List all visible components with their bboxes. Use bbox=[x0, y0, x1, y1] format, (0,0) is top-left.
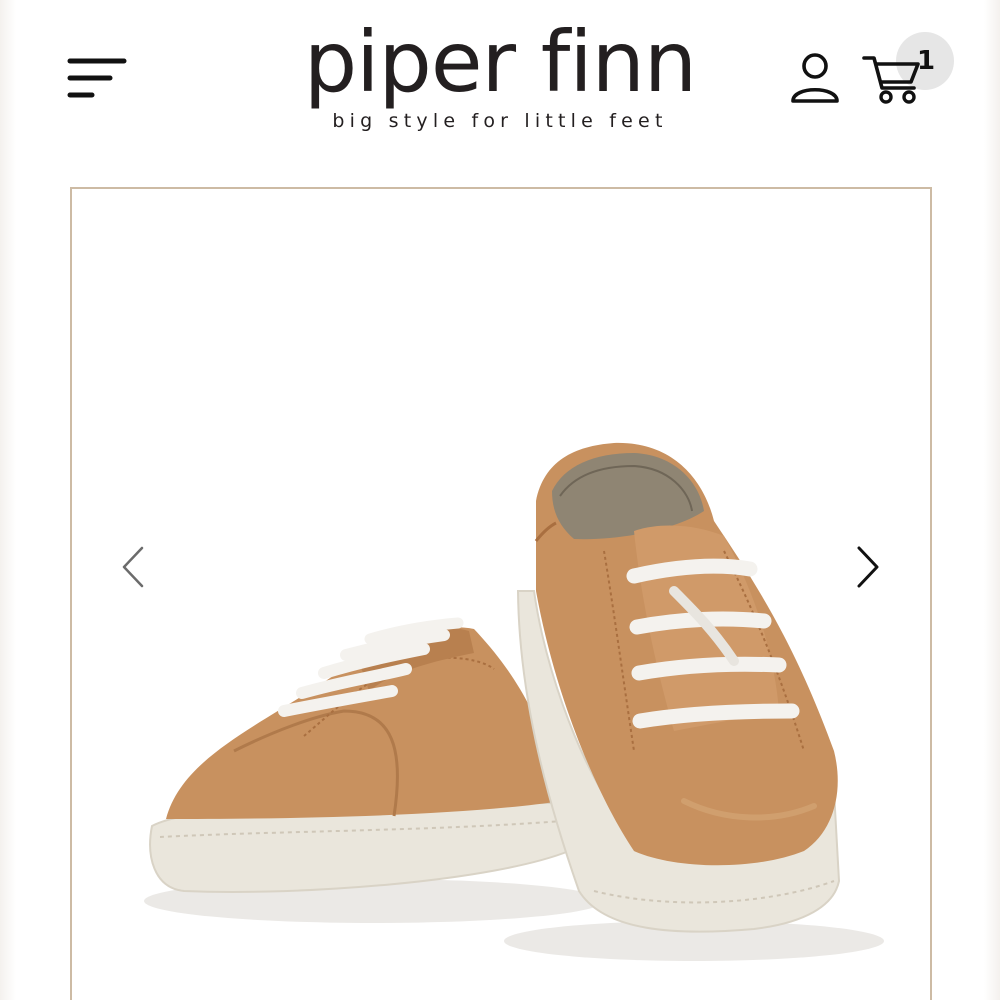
next-image-button[interactable] bbox=[845, 540, 889, 594]
menu-button[interactable] bbox=[62, 50, 132, 106]
brand-tagline: big style for little feet bbox=[332, 110, 668, 132]
account-button[interactable] bbox=[786, 50, 844, 108]
chevron-right-icon bbox=[857, 546, 879, 588]
menu-icon bbox=[67, 58, 127, 98]
product-image[interactable] bbox=[74, 191, 930, 1000]
user-icon bbox=[791, 53, 839, 103]
chevron-left-icon bbox=[122, 546, 144, 588]
right-shoe bbox=[516, 442, 841, 933]
product-gallery bbox=[70, 187, 932, 1000]
site-header: piper finn big style for little feet 1 bbox=[0, 0, 1000, 170]
brand-logo[interactable]: piper finn big style for little feet bbox=[280, 14, 720, 144]
left-shoe bbox=[149, 617, 571, 893]
brand-name: piper finn bbox=[303, 13, 697, 111]
prev-image-button[interactable] bbox=[112, 540, 156, 594]
cart-count: 1 bbox=[916, 46, 936, 76]
product-page: piper finn big style for little feet 1 bbox=[0, 0, 1000, 1000]
